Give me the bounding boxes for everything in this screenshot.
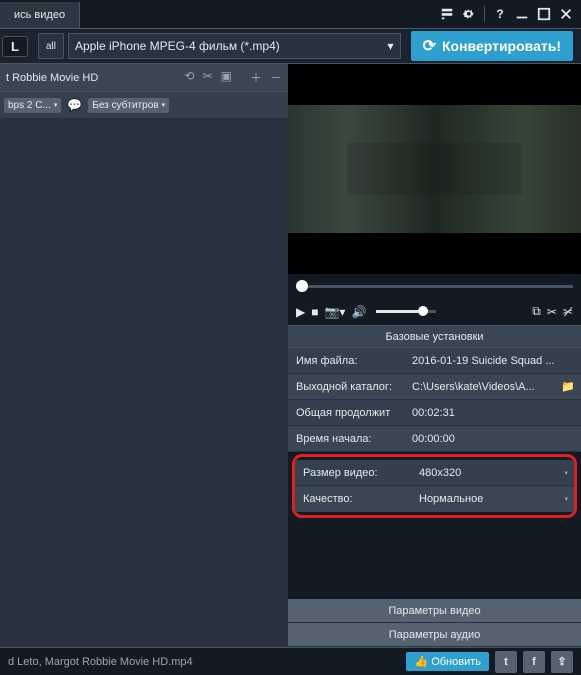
convert-label: Конвертировать!: [442, 38, 561, 54]
facebook-button[interactable]: f: [523, 651, 545, 673]
titlebar: ?: [0, 0, 581, 28]
settings-panel: Базовые установки Имя файла: 2016-01-19 …: [288, 326, 581, 647]
subtitle-dropdown[interactable]: Без субтитров▾: [88, 98, 169, 113]
gear-icon[interactable]: [460, 5, 478, 23]
params-buttons: Параметры видео Параметры аудио: [288, 599, 581, 647]
refresh-button[interactable]: 👍 Обновить: [406, 652, 489, 671]
footer-filename: d Leto, Margot Robbie Movie HD.mp4: [8, 656, 400, 668]
subtitle-icon: 💬: [67, 98, 82, 112]
preset-row: all Apple iPhone MPEG-4 фильм (*.mp4) ▾: [38, 33, 401, 59]
toolbar: L all Apple iPhone MPEG-4 фильм (*.mp4) …: [0, 28, 581, 64]
outdir-label: Выходной каталог:: [288, 381, 406, 393]
active-tab[interactable]: ись видео: [0, 2, 80, 28]
filename-label: Имя файла:: [288, 355, 406, 367]
main-area: t Robbie Movie HD ⟲ ✂ ▣ ＋ － bps 2 С...▾ …: [0, 64, 581, 647]
seek-bar[interactable]: [288, 274, 581, 298]
volume-slider[interactable]: [376, 310, 436, 313]
duration-value: 00:02:31: [406, 407, 581, 419]
row-quality: Качество: Нормальное▾: [295, 486, 574, 512]
refresh-label: Обновить: [431, 656, 481, 668]
crop-icon[interactable]: ▣: [221, 69, 232, 86]
preview-panel: ▶ ■ 📷▾ 🔊 ⧉ ✂ ✂̸ Базовые установки Имя фа…: [288, 64, 581, 647]
size-dropdown[interactable]: 480x320▾: [413, 467, 574, 479]
subtitle-label: Без субтитров: [92, 100, 158, 111]
settings-title: Базовые установки: [288, 326, 581, 348]
quality-label: Качество:: [295, 493, 413, 505]
minimize-icon[interactable]: [513, 5, 531, 23]
video-frame: [288, 105, 581, 233]
duration-label: Общая продолжит: [288, 407, 406, 419]
maximize-icon[interactable]: [535, 5, 553, 23]
reload-icon[interactable]: ⟲: [185, 69, 195, 86]
browse-icon[interactable]: 📁: [561, 380, 575, 393]
playback-controls: ▶ ■ 📷▾ 🔊 ⧉ ✂ ✂̸: [288, 298, 581, 326]
preset-label: Apple iPhone MPEG-4 фильм (*.mp4): [75, 39, 280, 53]
preset-icon[interactable]: all: [38, 33, 64, 59]
start-label: Время начала:: [288, 433, 406, 445]
separator: [484, 6, 485, 22]
row-size: Размер видео: 480x320▾: [295, 460, 574, 486]
share-button[interactable]: ⇪: [551, 651, 573, 673]
mode-pill[interactable]: L: [2, 36, 28, 57]
no-cut-icon[interactable]: ✂̸: [563, 305, 573, 319]
audio-track-label: bps 2 С...: [8, 100, 51, 111]
stop-button[interactable]: ■: [311, 305, 318, 319]
footer: d Leto, Margot Robbie Movie HD.mp4 👍 Обн…: [0, 647, 581, 675]
scissors-icon[interactable]: ✂: [547, 305, 557, 319]
tab-label: ись видео: [14, 9, 65, 21]
video-preview: [288, 64, 581, 274]
thumbs-up-icon: 👍: [414, 655, 428, 668]
video-params-button[interactable]: Параметры видео: [288, 599, 581, 623]
remove-icon[interactable]: －: [270, 69, 282, 86]
row-outdir: Выходной каталог: C:\Users\kate\Videos\A…: [288, 374, 581, 400]
row-start: Время начала: 00:00:00: [288, 426, 581, 452]
file-header: t Robbie Movie HD ⟲ ✂ ▣ ＋ －: [0, 64, 288, 92]
row-filename: Имя файла: 2016-01-19 Suicide Squad ...: [288, 348, 581, 374]
file-tools: ⟲ ✂ ▣ ＋ －: [185, 69, 283, 86]
audio-params-button[interactable]: Параметры аудио: [288, 623, 581, 647]
volume-icon[interactable]: 🔊: [351, 305, 366, 319]
row-duration: Общая продолжит 00:02:31: [288, 400, 581, 426]
chevron-down-icon: ▾: [388, 39, 394, 53]
file-name: t Robbie Movie HD: [6, 72, 98, 84]
size-label: Размер видео:: [295, 467, 413, 479]
help-icon[interactable]: ?: [491, 5, 509, 23]
camera-button[interactable]: 📷▾: [324, 305, 345, 319]
play-button[interactable]: ▶: [296, 305, 305, 319]
twitter-button[interactable]: t: [495, 651, 517, 673]
file-subrow: bps 2 С...▾ 💬 Без субтитров▾: [0, 92, 288, 118]
preset-dropdown[interactable]: Apple iPhone MPEG-4 фильм (*.mp4) ▾: [68, 33, 401, 59]
convert-button[interactable]: ⟳ Конвертировать!: [411, 31, 573, 61]
seek-knob[interactable]: [296, 280, 308, 292]
audio-track-dropdown[interactable]: bps 2 С...▾: [4, 98, 61, 113]
filename-value[interactable]: 2016-01-19 Suicide Squad ...: [406, 355, 581, 367]
quality-dropdown[interactable]: Нормальное▾: [413, 493, 574, 505]
start-value[interactable]: 00:00:00: [406, 433, 581, 445]
highlight-box: Размер видео: 480x320▾ Качество: Нормаль…: [292, 454, 577, 518]
close-icon[interactable]: [557, 5, 575, 23]
outdir-value[interactable]: C:\Users\kate\Videos\A...📁: [406, 380, 581, 393]
scissors-icon[interactable]: ✂: [203, 69, 213, 86]
add-icon[interactable]: ＋: [250, 69, 262, 86]
menu-icon[interactable]: [438, 5, 456, 23]
link-icon[interactable]: ⧉: [532, 304, 541, 319]
file-list-panel: t Robbie Movie HD ⟲ ✂ ▣ ＋ － bps 2 С...▾ …: [0, 64, 288, 647]
refresh-icon: ⟳: [423, 36, 436, 56]
